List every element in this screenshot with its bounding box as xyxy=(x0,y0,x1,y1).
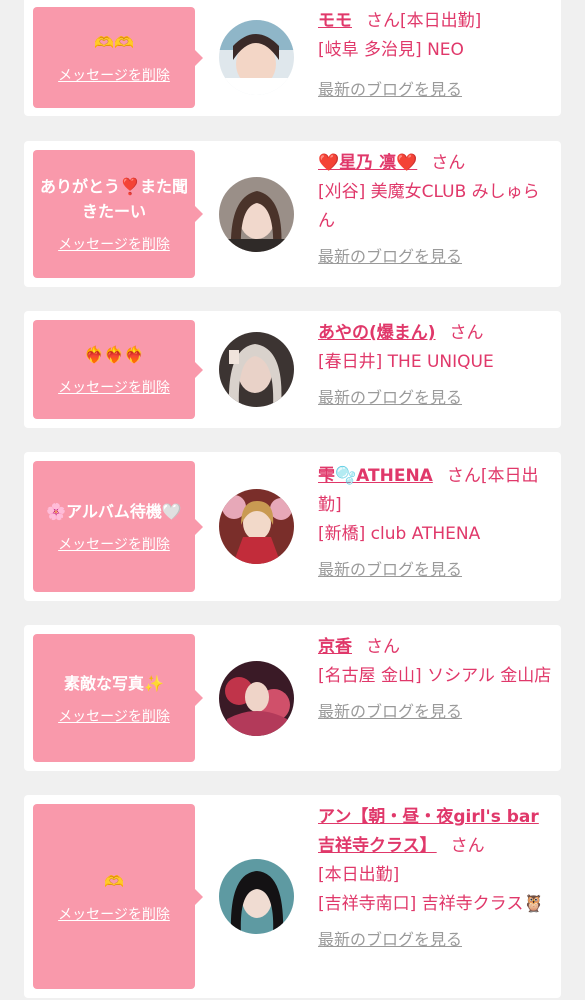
delete-message-link[interactable]: メッセージを削除 xyxy=(58,534,170,554)
message-card: ❤️‍🔥❤️‍🔥❤️‍🔥 メッセージを削除 あやの(爆まん) さん [春日井] T… xyxy=(24,311,561,428)
message-card: 🫶🫶 メッセージを削除 モモ さん[本日出勤] [岐阜 多治見] NEO 最新のブ… xyxy=(24,0,561,116)
message-card: 🌸アルバム待機🤍 メッセージを削除 雫🫧ATHENA さん[本日出勤] [新橋] … xyxy=(24,452,561,601)
sender-info: アン【朝・昼・夜girl's bar吉祥寺クラス】 さん [本日出勤] [吉祥寺南… xyxy=(318,803,554,954)
message-bubble: 🫶 メッセージを削除 xyxy=(33,804,203,989)
honorific: さん xyxy=(450,836,485,856)
message-text: ❤️‍🔥❤️‍🔥❤️‍🔥 xyxy=(84,345,144,364)
sender-info: あやの(爆まん) さん [春日井] THE UNIQUE 最新のブログを見る xyxy=(318,319,554,412)
avatar[interactable] xyxy=(219,20,294,95)
delete-message-link[interactable]: メッセージを削除 xyxy=(58,234,170,254)
latest-blog-link[interactable]: 最新のブログを見る xyxy=(318,697,554,726)
sender-info: モモ さん[本日出勤] [岐阜 多治見] NEO 最新のブログを見る xyxy=(318,7,554,104)
shop-name: [吉祥寺南口] 吉祥寺クラス🦉 xyxy=(318,894,545,914)
honorific: さん xyxy=(446,466,481,486)
avatar[interactable] xyxy=(219,332,294,407)
delete-message-link[interactable]: メッセージを削除 xyxy=(58,377,170,397)
message-bubble: 素敵な写真✨ メッセージを削除 xyxy=(33,634,203,762)
work-status: [本日出勤] xyxy=(318,865,400,885)
message-bubble: ありがとう❣️また聞きたーい メッセージを削除 xyxy=(33,150,203,278)
delete-message-link[interactable]: メッセージを削除 xyxy=(58,904,170,924)
sender-info: 京香 さん [名古屋 金山] ソシアル 金山店 最新のブログを見る xyxy=(318,633,554,726)
sender-name[interactable]: 雫🫧ATHENA xyxy=(318,466,433,486)
shop-name: [春日井] THE UNIQUE xyxy=(318,352,494,372)
profile-photo-icon xyxy=(219,661,294,736)
message-list: 🫶🫶 メッセージを削除 モモ さん[本日出勤] [岐阜 多治見] NEO 最新のブ… xyxy=(0,0,585,1000)
message-bubble: 🫶🫶 メッセージを削除 xyxy=(33,7,203,108)
latest-blog-link[interactable]: 最新のブログを見る xyxy=(318,383,554,412)
profile-photo-icon xyxy=(219,859,294,934)
honorific: さん xyxy=(366,637,400,657)
latest-blog-link[interactable]: 最新のブログを見る xyxy=(318,925,554,954)
message-card: ありがとう❣️また聞きたーい メッセージを削除 ❤️星乃 凛❤️ さん [刈谷] … xyxy=(24,141,561,287)
message-bubble: 🌸アルバム待機🤍 メッセージを削除 xyxy=(33,461,203,592)
avatar[interactable] xyxy=(219,859,294,934)
sender-name[interactable]: モモ xyxy=(318,11,352,31)
sender-info: ❤️星乃 凛❤️ さん [刈谷] 美魔女CLUB みしゅらん 最新のブログを見る xyxy=(318,149,554,271)
latest-blog-link[interactable]: 最新のブログを見る xyxy=(318,555,554,584)
profile-photo-icon xyxy=(219,489,294,564)
sender-name[interactable]: ❤️星乃 凛❤️ xyxy=(318,153,417,173)
sender-name[interactable]: アン【朝・昼・夜girl's bar吉祥寺クラス】 xyxy=(318,807,539,856)
shop-name: [岐阜 多治見] NEO xyxy=(318,40,464,60)
profile-photo-icon xyxy=(219,177,294,252)
avatar[interactable] xyxy=(219,661,294,736)
honorific: さん xyxy=(449,323,484,343)
shop-name: [刈谷] 美魔女CLUB みしゅらん xyxy=(318,182,540,231)
honorific: さん xyxy=(366,11,400,31)
honorific: さん xyxy=(431,153,466,173)
latest-blog-link[interactable]: 最新のブログを見る xyxy=(318,75,554,104)
sender-name[interactable]: あやの(爆まん) xyxy=(318,323,436,343)
avatar[interactable] xyxy=(219,177,294,252)
profile-photo-icon xyxy=(219,20,294,95)
profile-photo-icon xyxy=(219,332,294,407)
message-bubble: ❤️‍🔥❤️‍🔥❤️‍🔥 メッセージを削除 xyxy=(33,320,203,419)
latest-blog-link[interactable]: 最新のブログを見る xyxy=(318,242,554,271)
message-text: ありがとう❣️また聞きたーい xyxy=(40,177,188,221)
avatar[interactable] xyxy=(219,489,294,564)
delete-message-link[interactable]: メッセージを削除 xyxy=(58,706,170,726)
message-card: 素敵な写真✨ メッセージを削除 京香 さん [名古屋 金山] ソシアル 金山店 最… xyxy=(24,625,561,771)
shop-name: [新橋] club ATHENA xyxy=(318,524,481,544)
sender-name[interactable]: 京香 xyxy=(318,637,352,657)
message-text: 🌸アルバム待機🤍 xyxy=(46,502,182,521)
work-status: [本日出勤] xyxy=(400,11,482,31)
delete-message-link[interactable]: メッセージを削除 xyxy=(58,65,170,85)
message-text: 🫶 xyxy=(104,872,124,891)
message-text: 🫶🫶 xyxy=(94,33,134,52)
sender-info: 雫🫧ATHENA さん[本日出勤] [新橋] club ATHENA 最新のブログ… xyxy=(318,462,554,584)
message-text: 素敵な写真✨ xyxy=(64,673,164,693)
shop-name: [名古屋 金山] ソシアル 金山店 xyxy=(318,666,552,686)
message-card: 🫶 メッセージを削除 アン【朝・昼・夜girl's bar吉祥寺クラス】 さん [… xyxy=(24,795,561,998)
